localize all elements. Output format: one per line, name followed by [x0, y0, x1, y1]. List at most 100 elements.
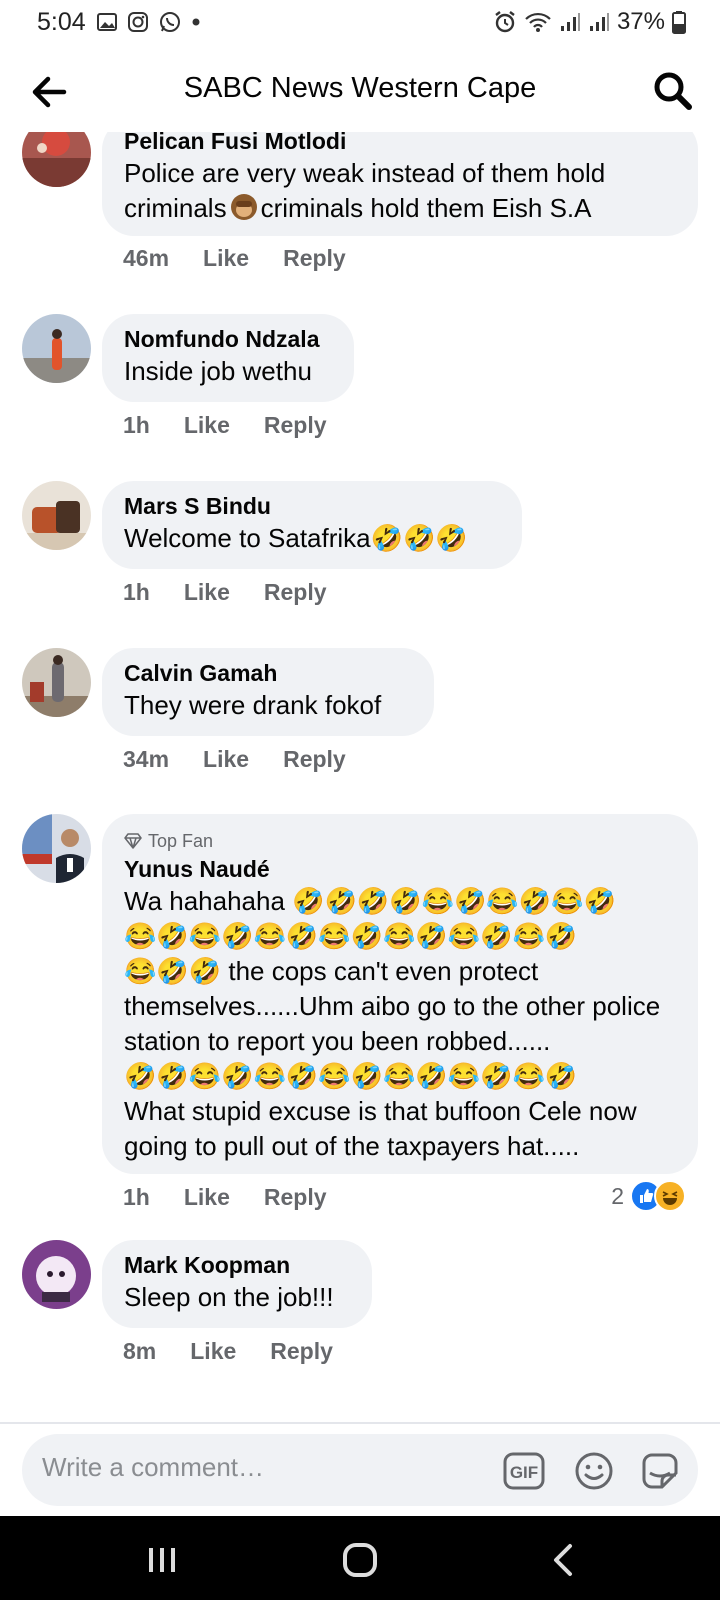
comment-actions: 46m Like Reply	[123, 245, 380, 272]
sticker-button[interactable]	[638, 1449, 682, 1493]
home-icon	[343, 1543, 377, 1577]
comment-author[interactable]: Mark Koopman	[124, 1250, 350, 1280]
comment-text: Welcome to Satafrika🤣🤣🤣	[124, 521, 500, 556]
comment-author[interactable]: Calvin Gamah	[124, 658, 412, 688]
comment-text-part: What stupid excuse is that buffoon Cele …	[124, 1096, 637, 1161]
composer-divider	[0, 1422, 720, 1424]
reply-button[interactable]: Reply	[283, 746, 346, 773]
comment-time: 34m	[123, 746, 170, 772]
comment-text: Wa hahahaha 🤣🤣🤣🤣😂🤣😂🤣😂🤣 😂🤣😂🤣😂🤣😂🤣😂🤣😂🤣😂🤣 😂🤣🤣 …	[124, 884, 676, 1164]
monkey-emoji-icon	[230, 194, 257, 220]
like-button[interactable]: Like	[203, 245, 249, 272]
top-fan-badge: Top Fan	[124, 828, 676, 854]
gif-icon: GIF	[503, 1452, 545, 1490]
comment-bubble: Nomfundo Ndzala Inside job wethu	[102, 314, 354, 402]
reply-button[interactable]: Reply	[264, 579, 327, 606]
battery-level: 37%	[616, 8, 665, 35]
status-system-icons: 37%	[493, 8, 686, 36]
comment-bubble: Mars S Bindu Welcome to Satafrika🤣🤣🤣	[102, 481, 522, 569]
whatsapp-icon	[160, 12, 180, 32]
reaction-count: 2	[611, 1182, 624, 1209]
comment-author[interactable]: Yunus Naudé	[124, 854, 676, 884]
back-nav-button[interactable]	[540, 1536, 588, 1584]
comment-text-part: Wa hahahaha	[124, 886, 293, 916]
laughing-emoji-icon: 🤣🤣🤣🤣😂🤣😂🤣😂🤣	[292, 886, 616, 916]
signal-icon	[560, 13, 580, 31]
signal-icon-2	[589, 13, 609, 31]
comment-input[interactable]: Write a comment…	[42, 1452, 264, 1483]
wifi-icon	[525, 12, 551, 32]
home-button[interactable]	[336, 1536, 384, 1584]
comment-bubble: Mark Koopman Sleep on the job!!!	[102, 1240, 372, 1328]
comment-author[interactable]: Pelican Fusi Motlodi	[124, 132, 676, 156]
comment-time: 46m	[123, 245, 170, 271]
status-notification-icons	[96, 10, 201, 34]
avatar[interactable]	[22, 814, 91, 883]
diamond-icon	[124, 833, 142, 849]
arrow-left-icon	[32, 76, 67, 108]
comment-actions: 34m Like Reply	[123, 746, 380, 773]
alarm-icon	[495, 11, 515, 33]
laughing-emoji-icon: 😂🤣🤣	[124, 956, 222, 986]
comment-time: 1h	[123, 412, 150, 438]
comment-text-part: criminals hold them Eish S.A	[260, 193, 592, 223]
avatar[interactable]	[22, 132, 91, 187]
top-fan-label: Top Fan	[148, 831, 214, 851]
smiley-icon	[575, 1452, 613, 1490]
comments-list: Pelican Fusi Motlodi Police are very wea…	[0, 132, 720, 1422]
like-button[interactable]: Like	[203, 746, 249, 773]
comment-actions: 1h Like Reply	[123, 412, 361, 439]
search-icon	[654, 72, 692, 110]
page-title: SABC News Western Cape	[183, 72, 537, 104]
comment-text: Inside job wethu	[124, 356, 312, 386]
like-button[interactable]: Like	[184, 412, 230, 439]
reply-button[interactable]: Reply	[264, 412, 327, 439]
laughing-emoji-icon: 🤣🤣🤣	[370, 523, 468, 553]
status-bar: 5:04 37%	[0, 0, 720, 46]
recent-apps-icon	[149, 1548, 175, 1572]
comment-composer[interactable]: Write a comment… GIF	[22, 1434, 698, 1506]
app-header: SABC News Western Cape	[0, 50, 720, 132]
comment-actions: 1h Like Reply	[123, 1184, 361, 1211]
like-button[interactable]: Like	[184, 579, 230, 606]
comment-text: They were drank fokof	[124, 690, 382, 720]
like-button[interactable]: Like	[190, 1338, 236, 1365]
avatar[interactable]	[22, 1240, 91, 1309]
avatar[interactable]	[22, 314, 91, 383]
comment-time: 8m	[123, 1338, 157, 1364]
recent-apps-button[interactable]	[138, 1536, 186, 1584]
reply-button[interactable]: Reply	[283, 245, 346, 272]
battery-icon	[672, 11, 686, 34]
gif-button[interactable]: GIF	[502, 1449, 546, 1493]
comment-time: 1h	[123, 579, 150, 605]
search-button[interactable]	[650, 68, 696, 114]
instagram-icon	[128, 12, 148, 32]
emoji-button[interactable]	[572, 1449, 616, 1493]
reply-button[interactable]: Reply	[264, 1184, 327, 1211]
system-nav-bar	[0, 1516, 720, 1600]
comment-bubble: Pelican Fusi Motlodi Police are very wea…	[102, 132, 698, 236]
comment-bubble: Calvin Gamah They were drank fokof	[102, 648, 434, 736]
comment-bubble: Top Fan Yunus Naudé Wa hahahaha 🤣🤣🤣🤣😂🤣😂🤣…	[102, 814, 698, 1174]
comment-text: Police are very weak instead of them hol…	[124, 156, 676, 226]
avatar[interactable]	[22, 648, 91, 717]
sticker-icon	[642, 1453, 678, 1489]
status-time: 5:04	[37, 8, 86, 36]
gallery-icon	[97, 13, 117, 31]
comment-author[interactable]: Mars S Bindu	[124, 491, 500, 521]
chevron-left-icon	[554, 1544, 572, 1576]
like-button[interactable]: Like	[184, 1184, 230, 1211]
comment-author[interactable]: Nomfundo Ndzala	[124, 324, 332, 354]
back-button[interactable]	[26, 68, 74, 116]
haha-reaction-icon	[654, 1180, 686, 1212]
svg-text:GIF: GIF	[510, 1463, 538, 1482]
avatar[interactable]	[22, 481, 91, 550]
laughing-emoji-icon: 😂🤣😂🤣😂🤣😂🤣😂🤣😂🤣😂🤣	[124, 921, 578, 951]
reaction-summary[interactable]: 2	[611, 1180, 686, 1212]
comment-text-part: Welcome to Satafrika	[124, 523, 371, 553]
comment-actions: 8m Like Reply	[123, 1338, 367, 1365]
laughing-emoji-icon: 🤣🤣😂🤣😂🤣😂🤣😂🤣😂🤣😂🤣	[124, 1061, 578, 1091]
reply-button[interactable]: Reply	[270, 1338, 333, 1365]
dot-icon	[192, 18, 200, 26]
comment-text: Sleep on the job!!!	[124, 1282, 334, 1312]
